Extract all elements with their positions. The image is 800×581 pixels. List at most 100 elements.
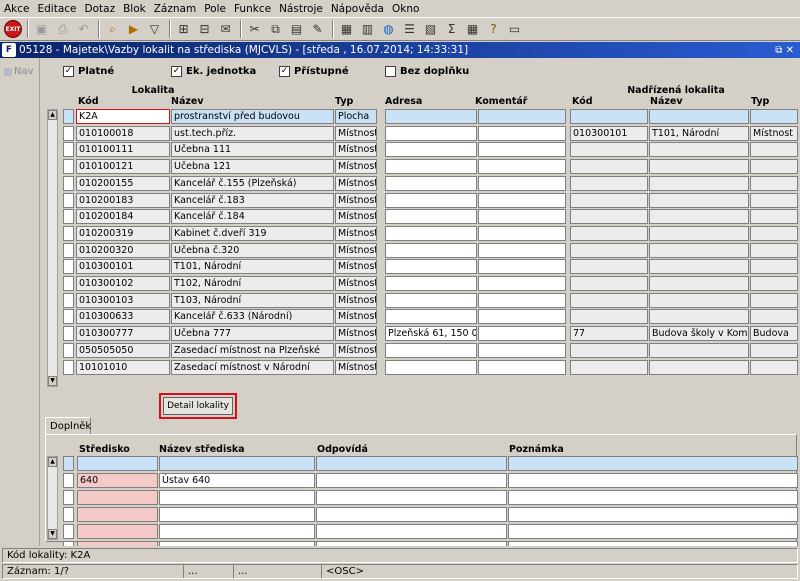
row-selector[interactable] <box>63 209 74 225</box>
subcell-stredisko[interactable] <box>77 456 158 471</box>
cell-kod[interactable]: 010300101 <box>76 259 170 275</box>
filter-platne[interactable]: ✓ Platné <box>63 66 114 77</box>
row-selector[interactable] <box>63 192 74 208</box>
row-selector[interactable] <box>63 159 74 175</box>
menu-item-9[interactable]: Okno <box>392 3 419 15</box>
cell-typ[interactable]: Místnost <box>335 175 377 191</box>
list-icon[interactable]: ☰ <box>400 20 419 39</box>
cell-nkod[interactable] <box>570 225 648 241</box>
scroll-up-icon[interactable]: ▲ <box>48 457 57 467</box>
cell-adresa[interactable] <box>385 209 477 225</box>
cell-komentar[interactable] <box>478 159 566 175</box>
cell-nkod[interactable] <box>570 159 648 175</box>
cell-nnazev[interactable] <box>649 242 749 258</box>
cell-komentar[interactable] <box>478 259 566 275</box>
cell-nkod[interactable] <box>570 342 648 358</box>
cell-nazev[interactable]: Zasedací místnost v Národní <box>171 359 334 375</box>
execute-query-icon[interactable]: ▶ <box>124 20 143 39</box>
cell-ntyp[interactable] <box>750 359 798 375</box>
row-selector[interactable] <box>63 109 74 124</box>
scissors-icon[interactable]: ✂ <box>245 20 264 39</box>
cell-nkod[interactable] <box>570 359 648 375</box>
cell-typ[interactable]: Místnost <box>335 125 377 141</box>
cell-komentar[interactable] <box>478 225 566 241</box>
cell-ntyp[interactable] <box>750 175 798 191</box>
cell-nnazev[interactable] <box>649 175 749 191</box>
cell-nazev[interactable]: Kancelář č.183 <box>171 192 334 208</box>
cell-kod[interactable]: 010200184 <box>76 209 170 225</box>
cell-nnazev[interactable] <box>649 342 749 358</box>
cell-nnazev[interactable] <box>649 225 749 241</box>
cell-komentar[interactable] <box>478 109 566 124</box>
subcell-stredisko[interactable]: 640 <box>77 473 158 488</box>
cell-adresa[interactable] <box>385 242 477 258</box>
cell-adresa[interactable] <box>385 309 477 325</box>
cell-adresa[interactable] <box>385 142 477 158</box>
detail-lokality-button[interactable]: Detail lokality <box>163 397 233 415</box>
sum-icon[interactable]: Σ <box>442 20 461 39</box>
filter-ek-jednotka[interactable]: ✓ Ek. jednotka <box>171 66 256 77</box>
row-selector[interactable] <box>63 225 74 241</box>
cell-nazev[interactable]: Učebna 777 <box>171 326 334 342</box>
cell-kod[interactable]: 010300777 <box>76 326 170 342</box>
menu-item-7[interactable]: Nástroje <box>279 3 323 15</box>
menu-item-6[interactable]: Funkce <box>234 3 271 15</box>
cell-komentar[interactable] <box>478 342 566 358</box>
row-selector[interactable] <box>63 326 74 342</box>
cell-kod[interactable]: 010200320 <box>76 242 170 258</box>
cell-nazev[interactable]: Kabinet č.dveří 319 <box>171 225 334 241</box>
cell-komentar[interactable] <box>478 125 566 141</box>
row-selector[interactable] <box>63 292 74 308</box>
cell-kod[interactable]: 010200155 <box>76 175 170 191</box>
cell-typ[interactable]: Místnost <box>335 242 377 258</box>
insert-record-icon[interactable]: ⊞ <box>174 20 193 39</box>
cell-ntyp[interactable] <box>750 242 798 258</box>
filter-bez-doplnku[interactable]: Bez doplňku <box>385 66 469 77</box>
cell-adresa[interactable] <box>385 109 477 124</box>
cell-kod[interactable]: 010300633 <box>76 309 170 325</box>
save-icon[interactable]: ▣ <box>32 20 51 39</box>
subcell-nazev[interactable] <box>159 490 315 505</box>
cell-ntyp[interactable]: Budova <box>750 326 798 342</box>
row-selector[interactable] <box>63 276 74 291</box>
cell-komentar[interactable] <box>478 142 566 158</box>
cell-adresa[interactable] <box>385 125 477 141</box>
print-icon[interactable]: ⎙ <box>53 20 72 39</box>
cell-nnazev[interactable] <box>649 359 749 375</box>
cell-ntyp[interactable] <box>750 259 798 275</box>
subcell-odpovida[interactable] <box>316 524 507 539</box>
cell-kod[interactable]: 010100018 <box>76 125 170 141</box>
cell-nazev[interactable]: T102, Národní <box>171 276 334 291</box>
row-selector[interactable] <box>63 490 74 505</box>
cell-adresa[interactable] <box>385 259 477 275</box>
menu-item-5[interactable]: Pole <box>204 3 226 15</box>
cell-nnazev[interactable] <box>649 276 749 291</box>
subcell-stredisko[interactable] <box>77 507 158 522</box>
cell-nnazev[interactable] <box>649 309 749 325</box>
row-selector[interactable] <box>63 242 74 258</box>
cell-komentar[interactable] <box>478 359 566 375</box>
checkbox-ek-jednotka[interactable]: ✓ <box>171 66 182 77</box>
cell-ntyp[interactable] <box>750 276 798 291</box>
row-selector[interactable] <box>63 359 74 375</box>
edit-icon[interactable]: ✎ <box>308 20 327 39</box>
cell-nazev[interactable]: Učebna č.320 <box>171 242 334 258</box>
cell-nkod[interactable] <box>570 259 648 275</box>
cell-kod[interactable]: 010200183 <box>76 192 170 208</box>
row-selector[interactable] <box>63 175 74 191</box>
cell-komentar[interactable] <box>478 292 566 308</box>
cell-nazev[interactable]: T101, Národní <box>171 259 334 275</box>
cell-komentar[interactable] <box>478 242 566 258</box>
cell-nkod[interactable] <box>570 192 648 208</box>
cell-ntyp[interactable] <box>750 209 798 225</box>
cell-nnazev[interactable] <box>649 142 749 158</box>
cell-ntyp[interactable] <box>750 225 798 241</box>
cell-typ[interactable]: Místnost <box>335 259 377 275</box>
row-selector[interactable] <box>63 507 74 522</box>
menu-item-3[interactable]: Blok <box>123 3 146 15</box>
cell-typ[interactable]: Místnost <box>335 326 377 342</box>
cell-kod[interactable]: 010300103 <box>76 292 170 308</box>
cell-nkod[interactable] <box>570 276 648 291</box>
cell-komentar[interactable] <box>478 192 566 208</box>
subcell-stredisko[interactable] <box>77 524 158 539</box>
